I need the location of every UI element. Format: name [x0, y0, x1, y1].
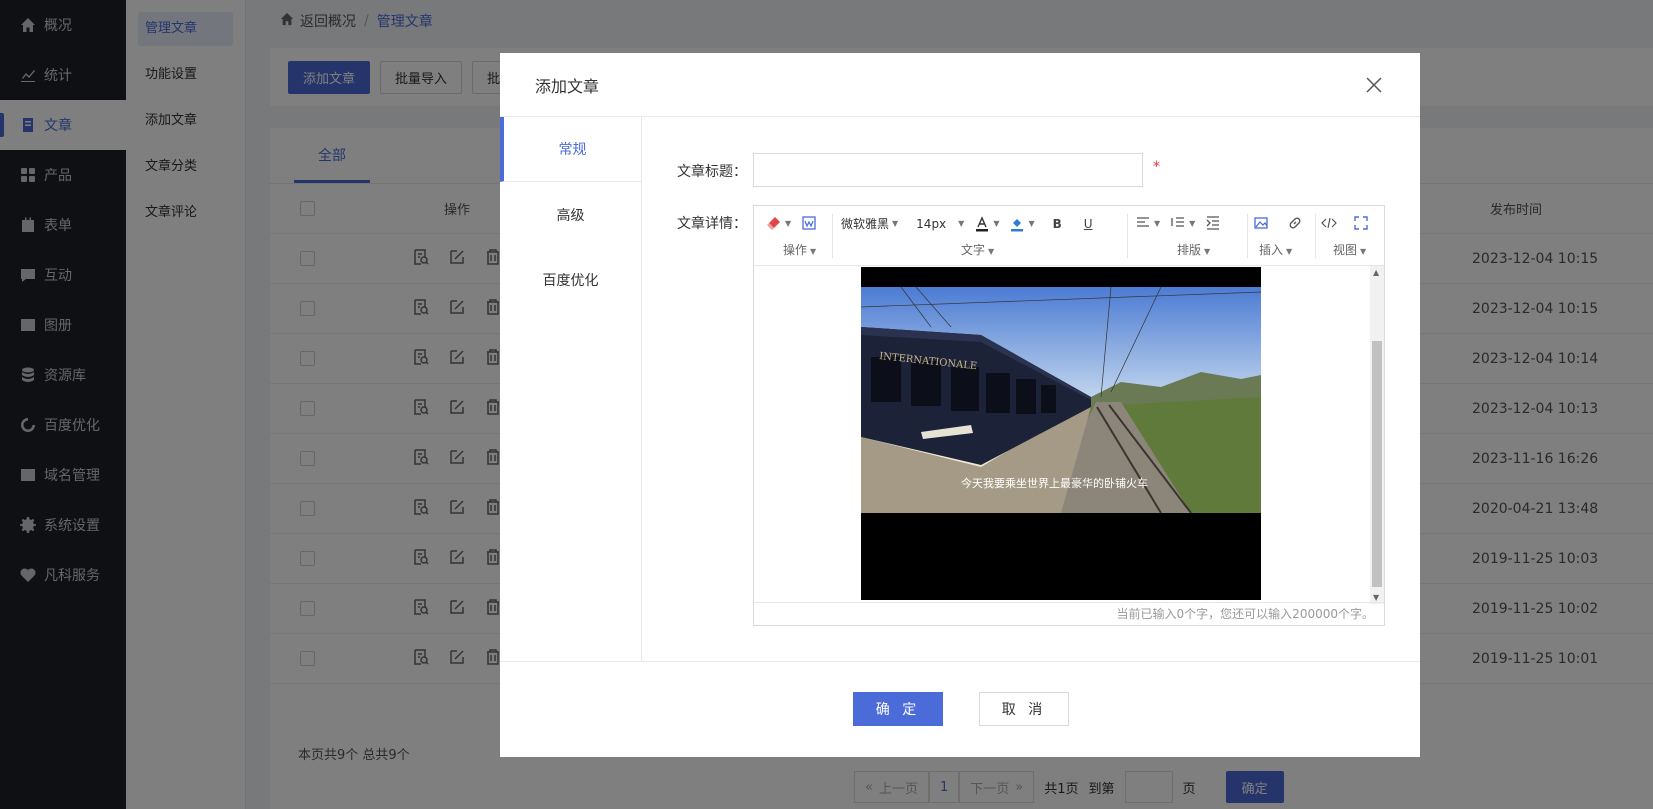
indent-icon[interactable] [1205, 215, 1221, 231]
font-size-value: 14px [916, 216, 947, 231]
required-mark: * [1153, 159, 1160, 175]
group-label-insert[interactable]: 插入 [1259, 243, 1283, 257]
scrollbar-thumb[interactable] [1372, 341, 1382, 587]
video-frame: INTERNATIONALE 今天我要乘坐世界上最豪华的卧铺火车 [861, 287, 1261, 513]
image-insert-icon[interactable] [1253, 215, 1269, 231]
editor-toolbar: ▼ 操作 ▼ 微软雅黑 ▼ 14px ▼ ▼ ▼ B U 文字 ▼ ▼ ▼ 排版… [754, 206, 1384, 266]
toolbar-group-operations: ▼ 操作 ▼ [766, 206, 838, 266]
detail-label: 文章详情： [677, 216, 747, 232]
dialog-body: 常规 高级 百度优化 文章标题： * 文章详情： ▼ 操作 ▼ 微软雅黑 ▼ 1… [500, 117, 1420, 662]
group-label-text[interactable]: 文字 [961, 243, 985, 257]
editor-scrollbar[interactable]: ▲ ▼ [1370, 266, 1384, 604]
line-height-icon[interactable]: ▼ [1170, 215, 1195, 231]
font-family-value: 微软雅黑 [841, 217, 890, 231]
bold-icon[interactable]: B [1053, 217, 1062, 231]
toolbar-group-text: 微软雅黑 ▼ 14px ▼ ▼ ▼ B U 文字 ▼ [841, 215, 1093, 257]
toolbar-group-layout: ▼ ▼ 排版 ▼ [1135, 206, 1245, 266]
tab-seo[interactable]: 百度优化 [500, 247, 641, 312]
font-color-icon[interactable]: ▼ [974, 215, 999, 232]
align-icon[interactable]: ▼ [1135, 215, 1160, 231]
eraser-icon[interactable]: ▼ [766, 215, 791, 231]
group-label-operations[interactable]: 操作 [783, 243, 807, 257]
word-import-icon[interactable] [801, 215, 817, 231]
scroll-up-icon[interactable]: ▲ [1373, 268, 1379, 277]
add-article-dialog: 添加文章 常规 高级 百度优化 文章标题： * 文章详情： ▼ 操作 ▼ 微软雅… [500, 53, 1420, 757]
underline-icon[interactable]: U [1084, 217, 1093, 231]
confirm-button[interactable]: 确 定 [853, 692, 943, 726]
font-size-select[interactable]: 14px ▼ [916, 217, 964, 231]
group-label-view[interactable]: 视图 [1333, 243, 1357, 257]
embedded-video[interactable]: INTERNATIONALE 今天我要乘坐世界上最豪华的卧铺火车 [861, 267, 1261, 600]
article-form: 文章标题： * 文章详情： ▼ 操作 ▼ 微软雅黑 ▼ 14px ▼ ▼ ▼ B… [642, 117, 1420, 661]
toolbar-group-view: 视图 ▼ [1321, 206, 1381, 266]
dialog-title: 添加文章 [535, 76, 600, 96]
source-code-icon[interactable] [1321, 215, 1337, 231]
title-label: 文章标题： [677, 164, 747, 180]
word-count-status: 当前已输入0个字，您还可以输入200000个字。 [754, 602, 1384, 625]
toolbar-group-insert: 插入 ▼ [1253, 206, 1313, 266]
dialog-header: 添加文章 [500, 53, 1420, 117]
tab-general[interactable]: 常规 [500, 117, 641, 182]
video-caption: 今天我要乘坐世界上最豪华的卧铺火车 [961, 476, 1148, 490]
editor-content-area[interactable]: INTERNATIONALE 今天我要乘坐世界上最豪华的卧铺火车 ▲ ▼ [754, 266, 1384, 604]
fullscreen-icon[interactable] [1353, 215, 1369, 231]
group-label-layout[interactable]: 排版 [1177, 243, 1201, 257]
dialog-tabs: 常规 高级 百度优化 [500, 117, 642, 662]
tab-advanced[interactable]: 高级 [500, 182, 641, 247]
close-icon[interactable] [1364, 75, 1384, 95]
link-icon[interactable] [1287, 215, 1303, 231]
title-input[interactable] [753, 153, 1143, 187]
rich-text-editor: ▼ 操作 ▼ 微软雅黑 ▼ 14px ▼ ▼ ▼ B U 文字 ▼ ▼ ▼ 排版… [753, 205, 1385, 626]
scroll-down-icon[interactable]: ▼ [1373, 593, 1379, 602]
dialog-footer: 确 定 取 消 [500, 662, 1420, 757]
background-color-icon[interactable]: ▼ [1009, 216, 1035, 232]
cancel-button[interactable]: 取 消 [979, 692, 1069, 726]
font-family-select[interactable]: 微软雅黑 ▼ [841, 215, 898, 232]
